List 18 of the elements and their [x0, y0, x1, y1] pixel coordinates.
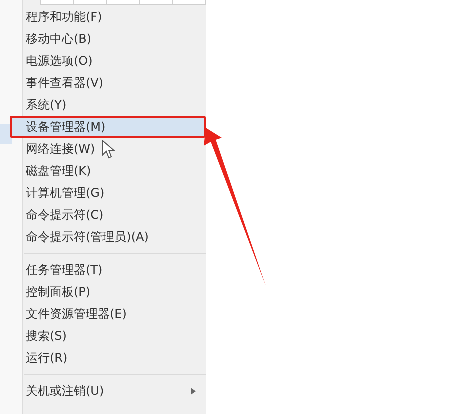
- menu-item[interactable]: 磁盘管理(K): [10, 160, 206, 182]
- menu-item[interactable]: 文件资源管理器(E): [10, 303, 206, 325]
- menu-item[interactable]: 命令提示符(C): [10, 204, 206, 226]
- menu-item[interactable]: 计算机管理(G): [10, 182, 206, 204]
- menu-item[interactable]: 程序和功能(F): [10, 6, 206, 28]
- menu-item[interactable]: 移动中心(B): [10, 28, 206, 50]
- menu-item[interactable]: 任务管理器(T): [10, 259, 206, 281]
- menu-item[interactable]: 设备管理器(M): [10, 116, 206, 138]
- menu-item[interactable]: 搜索(S): [10, 325, 206, 347]
- menu-item[interactable]: 系统(Y): [10, 94, 206, 116]
- cursor-icon: [102, 140, 118, 160]
- menu-item[interactable]: 关机或注销(U): [10, 380, 206, 402]
- menu-item[interactable]: 控制面板(P): [10, 281, 206, 303]
- menu-item[interactable]: 事件查看器(V): [10, 72, 206, 94]
- menu-item[interactable]: 命令提示符(管理员)(A): [10, 226, 206, 248]
- menu-item[interactable]: 网络连接(W): [10, 138, 206, 160]
- menu-item[interactable]: 电源选项(O): [10, 50, 206, 72]
- menu-item[interactable]: 运行(R): [10, 347, 206, 369]
